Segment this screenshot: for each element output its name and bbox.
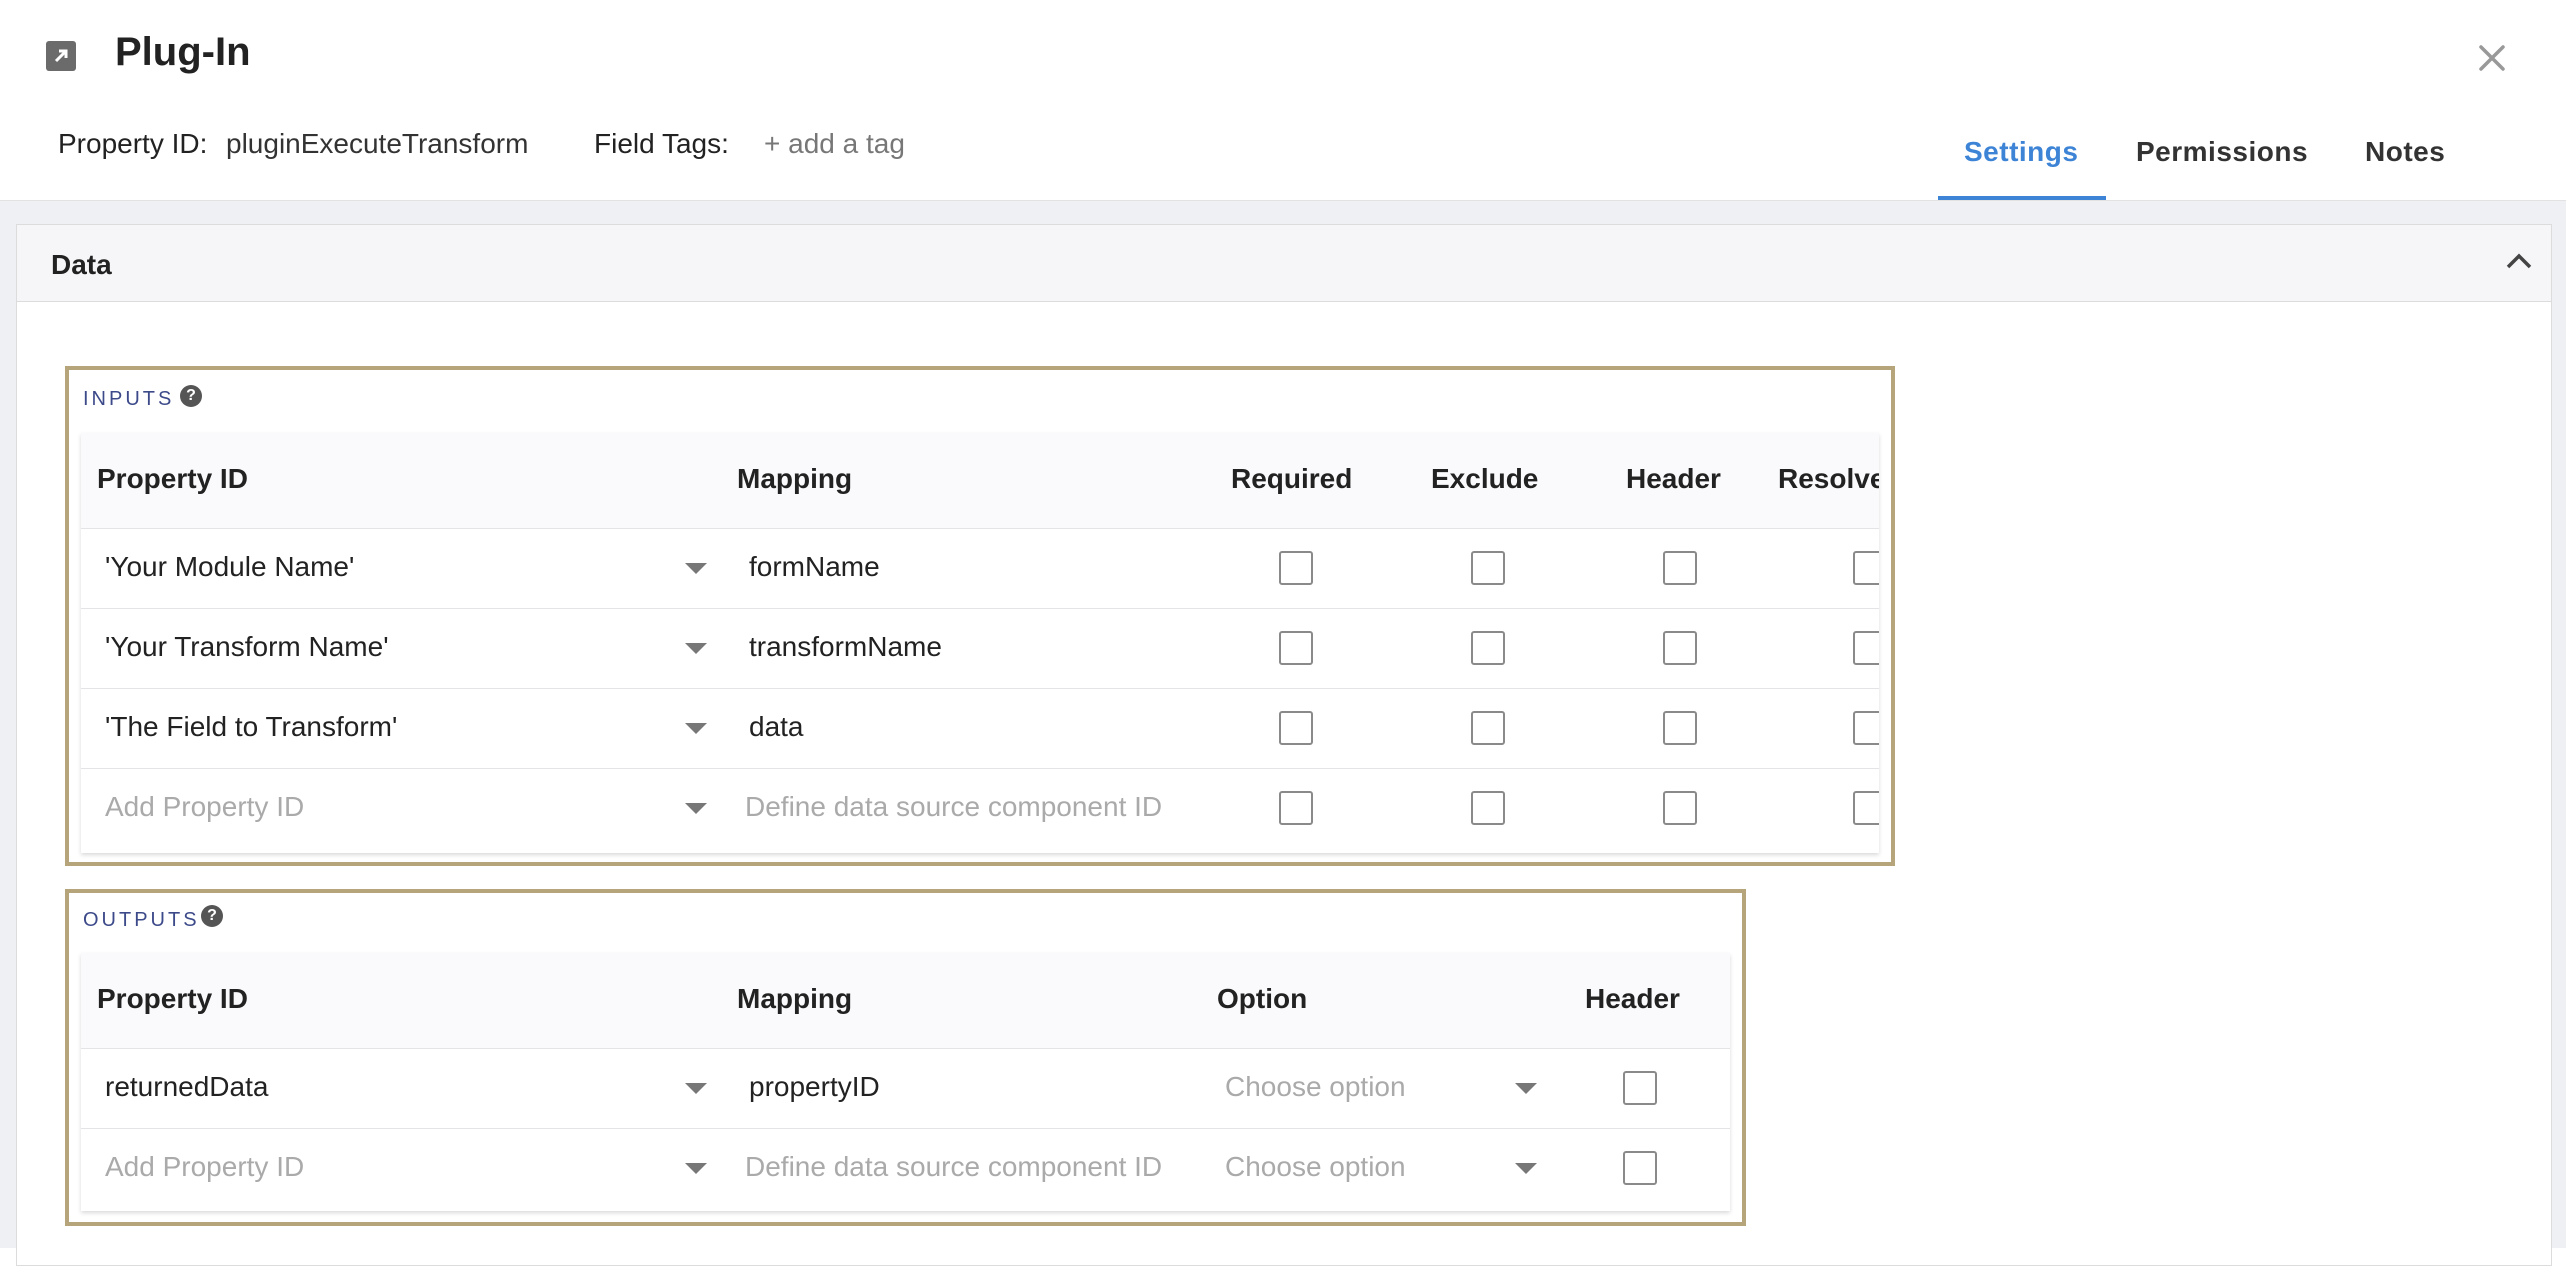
column-header: Header [1626,463,1721,494]
header-checkbox[interactable] [1663,551,1697,585]
property-id-select[interactable]: 'Your Module Name' [105,551,354,583]
property-id-select[interactable]: returnedData [105,1071,268,1103]
dropdown-caret-icon[interactable] [685,1083,707,1094]
inputs-label: INPUTS [83,388,175,410]
outputs-label: OUTPUTS [83,909,200,931]
panel-title: Data [51,249,112,280]
help-icon[interactable]: ? [180,385,202,407]
page-title: Plug-In [115,30,251,74]
header-checkbox[interactable] [1663,631,1697,665]
add-tag-link[interactable]: + add a tag [764,128,905,160]
new-row: Add Property ID Define data source compo… [81,768,1879,853]
new-row: Add Property ID Define data source compo… [81,1128,1730,1211]
resolve-checkbox[interactable] [1853,551,1879,585]
dropdown-caret-icon[interactable] [685,723,707,734]
column-header: Resolve [1778,463,1879,494]
header-checkbox[interactable] [1663,791,1697,825]
column-header: Property ID [97,463,248,494]
inputs-table: Property ID Mapping Required Exclude Hea… [81,433,1879,853]
close-icon[interactable] [2472,38,2512,78]
tab-permissions[interactable]: Permissions [2136,136,2308,168]
table-row: 'Your Transform Name' transformName [81,608,1879,689]
table-row: returnedData propertyID Choose option [81,1048,1730,1129]
mapping-input[interactable]: Define data source component ID [745,1151,1162,1183]
dropdown-caret-icon[interactable] [685,643,707,654]
inputs-section: INPUTS ? Property ID Mapping Required Ex… [65,366,1895,866]
table-row: 'Your Module Name' formName [81,528,1879,609]
header-checkbox[interactable] [1623,1151,1657,1185]
data-panel-header[interactable]: Data [17,225,2551,302]
add-property-id-select[interactable]: Add Property ID [105,1151,304,1183]
mapping-input[interactable]: transformName [749,631,942,663]
mapping-input[interactable]: data [749,711,804,743]
dropdown-caret-icon[interactable] [685,563,707,574]
resolve-checkbox[interactable] [1853,791,1879,825]
required-checkbox[interactable] [1279,791,1313,825]
property-id-select[interactable]: 'Your Transform Name' [105,631,389,663]
dropdown-caret-icon[interactable] [1515,1083,1537,1094]
column-header: Mapping [737,463,853,494]
header-checkbox[interactable] [1623,1071,1657,1105]
header-checkbox[interactable] [1663,711,1697,745]
add-property-id-select[interactable]: Add Property ID [105,791,304,823]
column-header: Exclude [1431,463,1539,494]
tab-notes[interactable]: Notes [2365,136,2445,168]
mapping-input[interactable]: propertyID [749,1071,880,1103]
column-header: Property ID [97,983,248,1014]
dropdown-caret-icon[interactable] [1515,1163,1537,1174]
column-header: Required [1231,463,1353,494]
option-select[interactable]: Choose option [1225,1151,1406,1183]
property-id-value[interactable]: pluginExecuteTransform [226,128,528,160]
resolve-checkbox[interactable] [1853,631,1879,665]
property-id-select[interactable]: 'The Field to Transform' [105,711,397,743]
outputs-table: Property ID Mapping Option Header return… [81,953,1730,1211]
exclude-checkbox[interactable] [1471,791,1505,825]
table-row: 'The Field to Transform' data [81,688,1879,769]
required-checkbox[interactable] [1279,631,1313,665]
external-link-icon[interactable] [46,41,76,71]
modal-header: Plug-In Property ID: pluginExecuteTransf… [0,0,2566,201]
dropdown-caret-icon[interactable] [685,1163,707,1174]
tab-settings[interactable]: Settings [1964,136,2078,168]
exclude-checkbox[interactable] [1471,551,1505,585]
option-select[interactable]: Choose option [1225,1071,1406,1103]
resolve-checkbox[interactable] [1853,711,1879,745]
required-checkbox[interactable] [1279,551,1313,585]
property-id-label: Property ID: [58,128,208,159]
outputs-section: OUTPUTS ? Property ID Mapping Option Hea… [65,889,1746,1226]
field-tags-label: Field Tags: [594,128,729,159]
required-checkbox[interactable] [1279,711,1313,745]
active-tab-indicator [1938,196,2106,200]
help-icon[interactable]: ? [201,905,223,927]
column-header: Mapping [737,983,853,1014]
chevron-up-icon[interactable] [2505,251,2533,271]
column-header: Option [1217,983,1308,1014]
exclude-checkbox[interactable] [1471,711,1505,745]
dropdown-caret-icon[interactable] [685,803,707,814]
mapping-input[interactable]: formName [749,551,880,583]
mapping-input[interactable]: Define data source component ID [745,791,1162,823]
exclude-checkbox[interactable] [1471,631,1505,665]
column-header: Header [1585,983,1680,1014]
